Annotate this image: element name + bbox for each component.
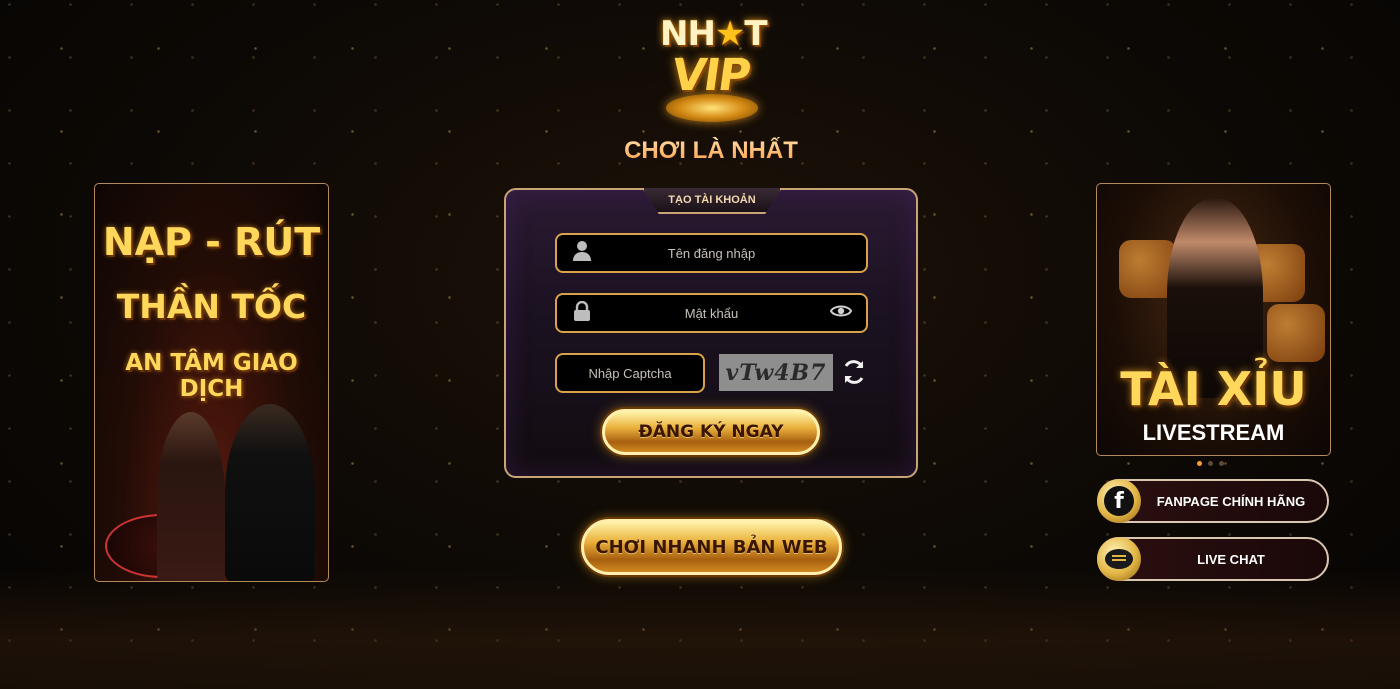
lock-icon <box>573 300 591 326</box>
brand-logo[interactable]: NH★T VIP <box>652 8 770 128</box>
fanpage-button[interactable]: f FANPAGE CHÍNH HÃNG <box>1097 479 1329 523</box>
banner-title: TÀI XỈU <box>1120 362 1307 416</box>
carousel-dot[interactable] <box>1197 461 1202 466</box>
banner-headline: NẠP - RÚT <box>102 220 321 264</box>
promo-banner-taixiu[interactable]: TÀI XỈU LIVESTREAM <box>1096 183 1331 456</box>
refresh-icon[interactable] <box>841 358 867 386</box>
carousel-dot[interactable] <box>1219 461 1224 466</box>
fanpage-label: FANPAGE CHÍNH HÃNG <box>1156 493 1306 509</box>
register-button-label: ĐĂNG KÝ NGAY <box>638 422 784 442</box>
facebook-icon: f <box>1097 479 1141 523</box>
logo-top-end: T <box>744 14 767 54</box>
dealer-woman-figure <box>157 412 225 581</box>
captcha-input[interactable] <box>557 364 703 382</box>
live-chat-button[interactable]: LIVE CHAT <box>1097 537 1329 581</box>
promo-banner-deposit[interactable]: NẠP - RÚT THẦN TỐC AN TÂM GIAO DỊCH <box>94 183 329 582</box>
username-field[interactable] <box>555 233 868 273</box>
banner-subheadline: THẦN TỐC <box>116 287 307 326</box>
captcha-image: vTw4B7 <box>719 354 833 391</box>
background-floor <box>0 569 1400 689</box>
play-web-button[interactable]: CHƠI NHANH BẢN WEB <box>581 519 842 575</box>
carousel-dots <box>1197 461 1224 466</box>
live-chat-label: LIVE CHAT <box>1197 551 1265 567</box>
tagline: CHƠI LÀ NHẤT <box>600 137 822 165</box>
register-tab[interactable]: TẠO TÀI KHOẢN <box>642 188 782 214</box>
star-icon: ★ <box>714 14 746 54</box>
man-with-cash-figure <box>225 404 315 581</box>
eye-icon[interactable] <box>829 303 853 324</box>
logo-vip-text: VIP <box>668 50 753 101</box>
banner-subtitle: LIVESTREAM <box>1142 420 1285 445</box>
chat-bubble-icon <box>1097 537 1141 581</box>
password-field[interactable] <box>555 293 868 333</box>
dice-graphic <box>1267 304 1325 362</box>
user-icon <box>573 240 591 266</box>
username-input[interactable] <box>557 244 866 262</box>
play-web-button-label: CHƠI NHANH BẢN WEB <box>595 536 828 558</box>
facebook-glyph: f <box>1104 486 1134 516</box>
carousel-dot[interactable] <box>1208 461 1213 466</box>
captcha-field[interactable] <box>555 353 705 393</box>
register-button[interactable]: ĐĂNG KÝ NGAY <box>602 409 820 455</box>
register-tab-label: TẠO TÀI KHOẢN <box>668 194 756 206</box>
banner-tagline: AN TÂM GIAO DỊCH <box>125 350 298 402</box>
logo-top-start: NH <box>660 14 716 54</box>
chat-glyph <box>1105 549 1133 569</box>
logo-top-text: NH★T <box>660 14 768 54</box>
password-input[interactable] <box>557 304 866 322</box>
